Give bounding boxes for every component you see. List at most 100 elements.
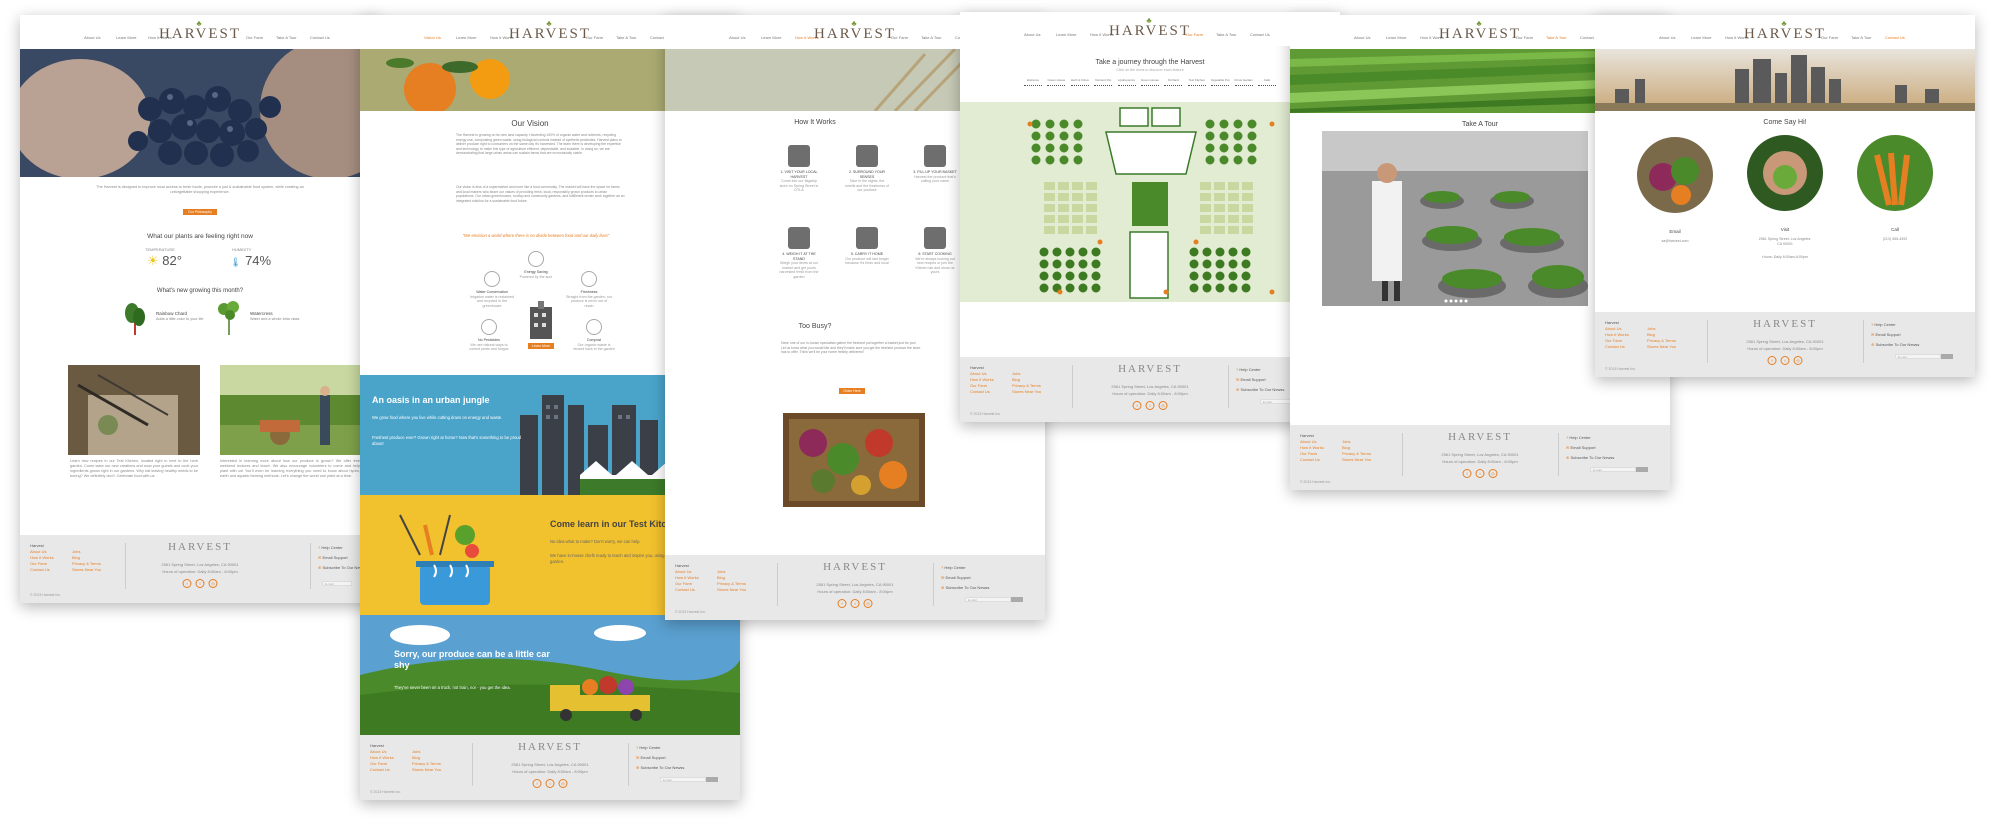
help-link[interactable]: Help Center bbox=[1569, 435, 1590, 440]
footer-link[interactable]: Jobs bbox=[1012, 371, 1020, 376]
footer-link[interactable]: About Us bbox=[1300, 439, 1316, 444]
nav-contact[interactable]: Contact Us bbox=[310, 35, 330, 40]
farm-tab[interactable]: Entrance bbox=[1022, 78, 1044, 86]
footer-link[interactable]: How It Works bbox=[1605, 332, 1629, 337]
tour-photo[interactable] bbox=[1322, 131, 1588, 306]
subscribe-button[interactable] bbox=[1636, 467, 1648, 472]
footer-link[interactable]: Blog bbox=[1012, 377, 1020, 382]
email-input[interactable]: E-mail bbox=[322, 581, 352, 586]
instagram-icon[interactable]: ◎ bbox=[1488, 469, 1498, 478]
learn-more-button[interactable]: Learn More bbox=[528, 343, 554, 349]
help-link[interactable]: Help Center bbox=[1874, 322, 1895, 327]
farm-tab[interactable]: Vegetable Pot bbox=[1209, 78, 1231, 86]
nav-farm[interactable]: Our Farm bbox=[246, 35, 263, 40]
footer-link[interactable]: About Us bbox=[970, 371, 986, 376]
footer-link[interactable]: Blog bbox=[1342, 445, 1350, 450]
nav-tour[interactable]: Take A Tour bbox=[1546, 35, 1567, 40]
email-support-link[interactable]: Email Support bbox=[1875, 332, 1900, 337]
footer-link[interactable]: Jobs bbox=[72, 549, 80, 554]
email-support-link[interactable]: Email Support bbox=[322, 555, 347, 560]
subscribe-button[interactable] bbox=[706, 777, 718, 782]
nav-learn[interactable]: Learn More bbox=[116, 35, 136, 40]
philosophy-button[interactable]: Our Philosophy bbox=[183, 209, 217, 215]
footer-link[interactable]: Jobs bbox=[1342, 439, 1350, 444]
call-value[interactable]: (213) 555-4392 bbox=[1857, 237, 1933, 241]
instagram-icon[interactable]: ◎ bbox=[1793, 356, 1803, 365]
email-support-link[interactable]: Email Support bbox=[1240, 377, 1265, 382]
subscribe-button[interactable] bbox=[1011, 597, 1023, 602]
nav-about[interactable]: About Us bbox=[1659, 35, 1675, 40]
footer-link[interactable]: Blog bbox=[412, 755, 420, 760]
footer-link[interactable]: How It Works bbox=[675, 575, 699, 580]
help-link[interactable]: Help Center bbox=[1239, 367, 1260, 372]
footer-link[interactable]: Blog bbox=[1647, 332, 1655, 337]
nav-learn[interactable]: Learn More bbox=[1056, 32, 1076, 37]
nav-about[interactable]: About Us bbox=[84, 35, 100, 40]
farm-tab[interactable]: Herb & Citrus bbox=[1069, 78, 1091, 86]
farm-tab[interactable]: Green House bbox=[1139, 78, 1161, 86]
email-input[interactable]: E-mail bbox=[965, 597, 1011, 602]
logo[interactable]: ♣ HARVEST bbox=[814, 20, 896, 42]
farm-tab[interactable]: Nutrient Pot bbox=[1092, 78, 1114, 86]
nav-farm[interactable]: Our Farm bbox=[891, 35, 908, 40]
footer-link[interactable]: About Us bbox=[675, 569, 691, 574]
nav-contact[interactable]: Contact Us bbox=[1250, 32, 1270, 37]
nav-about[interactable]: About Us bbox=[1354, 35, 1370, 40]
footer-link[interactable]: Jobs bbox=[1647, 326, 1655, 331]
logo[interactable]: ♣ HARVEST bbox=[1109, 17, 1191, 39]
nav-vision[interactable]: Vision Us bbox=[424, 35, 441, 40]
footer-link[interactable]: About Us bbox=[1605, 326, 1621, 331]
facebook-icon[interactable]: f bbox=[1132, 401, 1142, 410]
nav-learn[interactable]: Learn More bbox=[1691, 35, 1711, 40]
logo[interactable]: ♣ HARVEST bbox=[159, 20, 241, 42]
farm-tab[interactable]: Café bbox=[1256, 78, 1278, 86]
farm-tab[interactable]: Green House bbox=[1045, 78, 1067, 86]
footer-link[interactable]: How It Works bbox=[1300, 445, 1324, 450]
help-link[interactable]: Help Center bbox=[639, 745, 660, 750]
footer-link[interactable]: Blog bbox=[717, 575, 725, 580]
footer-link[interactable]: Jobs bbox=[412, 749, 420, 754]
footer-link[interactable]: About Us bbox=[370, 749, 386, 754]
twitter-icon[interactable]: t bbox=[195, 579, 205, 588]
email-input[interactable]: E-mail bbox=[1590, 467, 1636, 472]
footer-link[interactable]: How It Works bbox=[370, 755, 394, 760]
twitter-icon[interactable]: t bbox=[1145, 401, 1155, 410]
nav-tour[interactable]: Take A Tour bbox=[1216, 32, 1237, 37]
instagram-icon[interactable]: ◎ bbox=[208, 579, 218, 588]
footer-link[interactable]: How It Works bbox=[970, 377, 994, 382]
nav-about[interactable]: About Us bbox=[1024, 32, 1040, 37]
farm-tab[interactable]: Orchard bbox=[1162, 78, 1184, 86]
email-value[interactable]: sa@harvest.com bbox=[1637, 239, 1713, 243]
facebook-icon[interactable]: f bbox=[1767, 356, 1777, 365]
logo[interactable]: ♣ HARVEST bbox=[1439, 20, 1521, 42]
instagram-icon[interactable]: ◎ bbox=[863, 599, 873, 608]
facebook-icon[interactable]: f bbox=[1462, 469, 1472, 478]
subscribe-button[interactable] bbox=[1941, 354, 1953, 359]
email-input[interactable]: E-mail bbox=[660, 777, 706, 782]
order-here-button[interactable]: Order Here bbox=[839, 388, 865, 394]
instagram-icon[interactable]: ◎ bbox=[558, 779, 568, 788]
email-support-link[interactable]: Email Support bbox=[1570, 445, 1595, 450]
nav-tour[interactable]: Take A Tour bbox=[1851, 35, 1872, 40]
help-link[interactable]: Help Center bbox=[321, 545, 342, 550]
email-support-link[interactable]: Email Support bbox=[640, 755, 665, 760]
farm-tab[interactable]: Hydroponics bbox=[1116, 78, 1138, 86]
nav-tour[interactable]: Take A Tour bbox=[921, 35, 942, 40]
facebook-icon[interactable]: f bbox=[532, 779, 542, 788]
twitter-icon[interactable]: t bbox=[1475, 469, 1485, 478]
nav-farm[interactable]: Our Farm bbox=[1186, 32, 1203, 37]
nav-farm[interactable]: Our Farm bbox=[1516, 35, 1533, 40]
twitter-icon[interactable]: t bbox=[850, 599, 860, 608]
nav-farm[interactable]: Our Farm bbox=[1821, 35, 1838, 40]
footer-link[interactable]: How It Works bbox=[30, 555, 54, 560]
nav-learn[interactable]: Learn More bbox=[761, 35, 781, 40]
footer-link[interactable]: Jobs bbox=[717, 569, 725, 574]
nav-learn[interactable]: Learn More bbox=[1386, 35, 1406, 40]
nav-contact[interactable]: Contact Us bbox=[1885, 35, 1905, 40]
email-input[interactable]: E-mail bbox=[1895, 354, 1941, 359]
farm-tab[interactable]: Test Kitchen bbox=[1186, 78, 1208, 86]
facebook-icon[interactable]: f bbox=[182, 579, 192, 588]
nav-farm[interactable]: Our Farm bbox=[586, 35, 603, 40]
nav-learn[interactable]: Learn More bbox=[456, 35, 476, 40]
nav-about[interactable]: About Us bbox=[729, 35, 745, 40]
